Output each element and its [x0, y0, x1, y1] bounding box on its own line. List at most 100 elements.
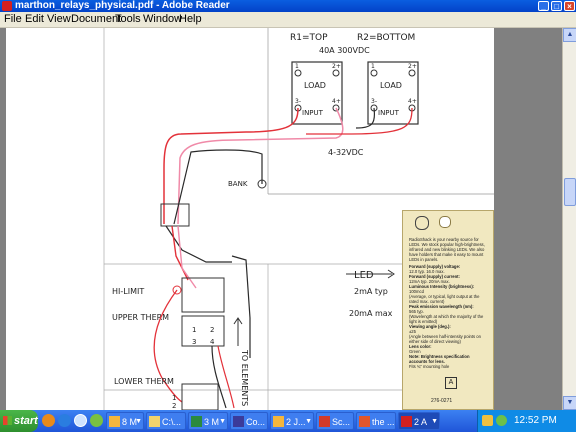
relay-1-t4: 4+ — [332, 98, 341, 105]
upper-t4: 4 — [210, 338, 215, 346]
relay-1-t3: 3- — [295, 98, 301, 105]
menu-edit[interactable]: Edit — [25, 12, 44, 27]
upper-t3: 3 — [192, 338, 196, 346]
task-c-drive[interactable]: C:\... — [146, 412, 186, 430]
card-peak-note: (Wavelength at which the majority of the… — [409, 314, 484, 324]
relay-1-input: INPUT — [302, 109, 324, 117]
relay-2-terminal-2 — [408, 69, 416, 77]
internet-explorer-icon[interactable] — [58, 414, 71, 427]
wire-bundle — [160, 203, 190, 227]
network-icon[interactable] — [482, 415, 493, 426]
card-intro: RadioShack is your nearby source for LED… — [409, 237, 485, 262]
task-label: Sc... — [332, 417, 351, 427]
vdc-label: 4-32VDC — [328, 148, 364, 157]
pdf-page: R1=TOP R2=BOTTOM 40A 300VDC 1 2+ 3- 4+ L… — [6, 28, 494, 410]
lower-t1: 1 — [172, 394, 176, 402]
card-text: RadioShack is your nearby source for LED… — [409, 237, 489, 369]
start-label: start — [14, 415, 38, 427]
r2-label: R2=BOTTOM — [357, 33, 415, 43]
outlook-icon[interactable] — [74, 414, 87, 427]
red-wire — [163, 107, 299, 224]
vertical-scrollbar[interactable]: ▲ ▼ — [562, 28, 576, 410]
relay-2-t3: 3- — [371, 98, 377, 105]
adobe-reader-icon — [401, 416, 412, 427]
chevron-down-icon: ▼ — [219, 418, 226, 425]
app-icon — [233, 416, 244, 427]
task-label: C:\... — [162, 417, 182, 427]
menu-help[interactable]: Help — [179, 12, 202, 27]
menu-tools[interactable]: Tools — [115, 12, 141, 27]
card-lum-note: (Average, or typical, light output at th… — [409, 294, 480, 304]
card-angle-note: (Angle between half-intensity points on … — [409, 334, 481, 344]
menu-view[interactable]: View — [47, 12, 71, 27]
lower-therm-label: LOWER THERM — [114, 377, 174, 386]
card-part-number: 276-0271 — [431, 398, 453, 404]
task-label: 2 A — [414, 417, 428, 427]
folder-icon — [149, 416, 160, 427]
card-logo-icon — [415, 216, 429, 230]
lower-t2: 2 — [172, 402, 176, 410]
task-label: Co... — [246, 417, 266, 427]
r1-label: R1=TOP — [290, 33, 328, 43]
close-button[interactable]: × — [564, 1, 575, 11]
menu-document[interactable]: Document — [71, 12, 121, 27]
led-20ma-label: 20mA max — [349, 309, 393, 318]
task-2j[interactable]: 2 J... ▼ — [270, 412, 314, 430]
scroll-up-button[interactable]: ▲ — [563, 28, 576, 42]
card-hole-icon — [439, 216, 451, 228]
lower-therm-box — [181, 383, 219, 410]
relay-2-t1: 1 — [371, 63, 375, 70]
minimize-button[interactable]: _ — [538, 1, 549, 11]
task-2a[interactable]: 2 A ▼ — [398, 412, 440, 430]
windows-logo-icon — [3, 416, 12, 425]
upper-t2: 2 — [210, 326, 214, 334]
relay-1: 1 2+ 3- 4+ LOAD INPUT — [291, 61, 343, 125]
task-sc[interactable]: Sc... — [316, 412, 354, 430]
menu-file[interactable]: File — [4, 12, 22, 27]
relay-1-terminal-1 — [294, 69, 302, 77]
bank-label: BANK — [228, 180, 248, 188]
relay-2-load: LOAD — [380, 81, 402, 90]
relay-2-t4: 4+ — [408, 98, 417, 105]
menu-bar: File Edit View Document Tools Window Hel… — [0, 12, 576, 28]
quicklaunch-icon[interactable] — [90, 414, 103, 427]
relay-1-t2: 2+ — [332, 63, 341, 70]
led-product-card: RadioShack is your nearby source for LED… — [402, 210, 494, 410]
menu-window[interactable]: Window — [143, 12, 182, 27]
chevron-down-icon: ▼ — [305, 418, 312, 425]
relay-2-terminal-1 — [370, 69, 378, 77]
card-fits: Fits ¾" mounting hole — [409, 364, 450, 369]
task-3m[interactable]: 3 M ▼ — [188, 412, 228, 430]
upper-therm-box — [181, 315, 225, 347]
taskbar: start 8 M ▼ C:\... 3 M ▼ Co... 2 J... ▼ … — [0, 410, 576, 432]
firefox-icon[interactable] — [42, 414, 55, 427]
scroll-down-button[interactable]: ▼ — [563, 396, 576, 410]
scroll-thumb[interactable] — [564, 178, 576, 206]
app-icon — [319, 416, 330, 427]
clock[interactable]: 12:52 PM — [514, 410, 557, 432]
red-wire-5 — [217, 345, 235, 409]
relay-1-load: LOAD — [304, 81, 326, 90]
black-wire-5 — [211, 345, 227, 409]
window-title: marthon_relays_physical.pdf - Adobe Read… — [15, 0, 230, 11]
relay-1-t1: 1 — [295, 63, 299, 70]
task-icon — [109, 416, 120, 427]
hi-limit-box — [181, 277, 225, 313]
task-icon — [273, 416, 284, 427]
app-icon — [359, 416, 370, 427]
task-co[interactable]: Co... — [230, 412, 268, 430]
adobe-reader-icon — [2, 1, 12, 11]
maximize-button[interactable]: □ — [551, 1, 562, 11]
task-label: 3 M — [204, 417, 220, 427]
security-icon[interactable] — [496, 415, 507, 426]
task-the[interactable]: the ... — [356, 412, 396, 430]
task-8m[interactable]: 8 M ▼ — [106, 412, 144, 430]
relay-2-t2: 2+ — [408, 63, 417, 70]
start-button[interactable]: start — [0, 410, 38, 432]
document-viewer[interactable]: R1=TOP R2=BOTTOM 40A 300VDC 1 2+ 3- 4+ L… — [0, 28, 576, 410]
to-elements-label: TO ELEMENTS — [240, 349, 249, 406]
task-label: the ... — [372, 417, 395, 427]
pink-wire — [177, 107, 344, 225]
card-note: Note: Brightness specification accounts … — [409, 354, 470, 364]
black-wire — [355, 107, 376, 129]
